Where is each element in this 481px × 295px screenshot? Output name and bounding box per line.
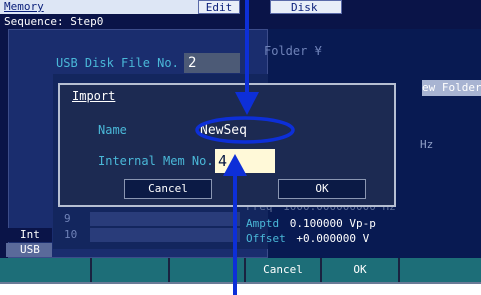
arrow-down-shaft [245, 0, 249, 92]
annotation-overlay [195, 0, 295, 295]
highlight-oval [195, 116, 295, 144]
arrow-up-shaft [233, 176, 237, 295]
arrow-down-icon [235, 92, 259, 115]
arrow-up-icon [223, 154, 247, 176]
